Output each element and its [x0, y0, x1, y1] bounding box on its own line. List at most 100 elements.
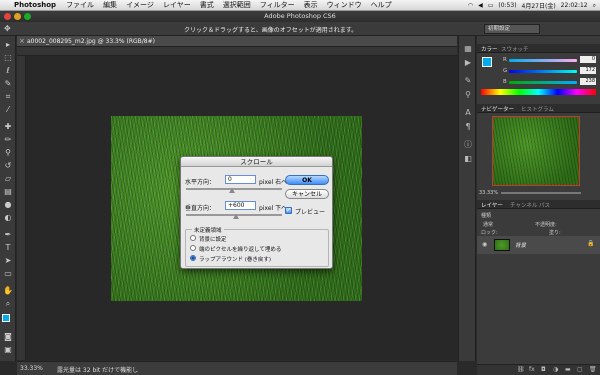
screen-mode-icon[interactable]: ▣ — [3, 345, 13, 355]
menu-select[interactable]: 選択範囲 — [223, 0, 251, 10]
tab-color[interactable]: カラー — [481, 45, 498, 53]
clone-source-icon[interactable]: ⚲ — [463, 90, 473, 100]
layer-kind-filter[interactable]: 種類 — [481, 212, 491, 219]
brush-tool-icon[interactable]: ✏ — [3, 135, 13, 145]
g-slider[interactable] — [509, 70, 577, 73]
ok-button[interactable]: OK — [285, 175, 329, 185]
close-tab-icon[interactable]: × — [19, 37, 25, 45]
document-title: a0002_008295_m2.jpg @ 33.3% (RGB/8#) — [27, 38, 155, 45]
new-group-icon[interactable]: ▬ — [565, 366, 571, 373]
type-tool-icon[interactable]: T — [3, 243, 13, 253]
workspace-select[interactable]: 初期設定 — [484, 24, 540, 34]
link-layers-icon[interactable]: ⛓ — [517, 366, 525, 373]
menu-app-name[interactable]: Photoshop — [14, 1, 56, 9]
layer-name[interactable]: 背景 — [515, 241, 526, 249]
menu-layer[interactable]: レイヤー — [163, 0, 191, 10]
eyedropper-tool-icon[interactable]: ⁄ — [3, 105, 13, 115]
menu-type[interactable]: 書式 — [200, 0, 214, 10]
minimize-window-icon[interactable] — [14, 13, 21, 20]
eraser-tool-icon[interactable]: ▱ — [3, 174, 13, 184]
layer-mask-icon[interactable]: ◘ — [541, 366, 546, 373]
navigator-zoom-slider[interactable] — [501, 192, 581, 194]
g-value[interactable]: 172 — [580, 67, 596, 74]
vertical-ruler[interactable] — [17, 56, 26, 360]
menu-edit[interactable]: 編集 — [103, 0, 117, 10]
crop-tool-icon[interactable]: ⌗ — [3, 92, 13, 102]
spotlight-icon[interactable]: ⌕ — [593, 2, 596, 10]
radio-label-repeat-edge-pixels: 端のピクセルを繰り返して埋める — [199, 247, 282, 253]
actions-panel-icon[interactable]: ▶ — [463, 58, 473, 68]
properties-panel-icon[interactable]: ◧ — [463, 154, 473, 164]
adjustment-layer-icon[interactable]: ◑ — [553, 366, 558, 373]
trash-icon[interactable]: 🗑 — [589, 366, 597, 373]
move-tool-icon[interactable]: ✥ — [4, 24, 11, 33]
tab-histogram[interactable]: ヒストグラム — [521, 105, 554, 113]
move-tool-icon[interactable]: ▸ — [3, 40, 13, 50]
menubar-date[interactable]: 4月27日(金) — [522, 1, 556, 10]
shape-tool-icon[interactable]: ▭ — [3, 269, 13, 279]
volume-icon[interactable]: ◀ — [478, 2, 483, 9]
radio-repeat-edge-pixels[interactable] — [190, 245, 196, 251]
color-spectrum-bar[interactable] — [481, 89, 596, 95]
tab-layers[interactable]: レイヤー — [481, 201, 503, 209]
quick-select-tool-icon[interactable]: ✎ — [3, 79, 13, 89]
r-slider[interactable] — [509, 59, 577, 62]
cancel-button[interactable]: キャンセル — [285, 189, 329, 199]
lasso-tool-icon[interactable]: ℓ — [3, 66, 13, 76]
radio-set-background[interactable] — [190, 235, 196, 241]
navigator-thumbnail[interactable] — [492, 116, 580, 186]
layer-style-icon[interactable]: fx — [529, 366, 535, 373]
horizontal-ruler[interactable] — [17, 47, 457, 56]
zoom-window-icon[interactable] — [24, 13, 31, 20]
tab-paths[interactable]: パス — [539, 201, 550, 209]
path-select-tool-icon[interactable]: ➤ — [3, 256, 13, 266]
radio-wrap-around[interactable] — [190, 255, 196, 261]
r-value[interactable]: 0 — [580, 56, 596, 63]
tab-channels[interactable]: チャンネル — [510, 201, 537, 209]
paragraph-panel-icon[interactable]: ¶ — [463, 122, 473, 132]
blend-mode-select[interactable]: 通常 — [483, 221, 493, 228]
gradient-tool-icon[interactable]: ▤ — [3, 187, 13, 197]
info-panel-icon[interactable]: ⓘ — [463, 140, 473, 150]
blur-tool-icon[interactable]: ● — [3, 200, 13, 210]
b-slider[interactable] — [509, 81, 577, 84]
menu-image[interactable]: イメージ — [126, 0, 154, 10]
clone-stamp-tool-icon[interactable]: ⚲ — [3, 148, 13, 158]
layer-visibility-eye-icon[interactable]: ◉ — [482, 241, 487, 248]
close-window-icon[interactable] — [4, 13, 11, 20]
preview-checkbox[interactable]: ✓ — [285, 207, 292, 214]
wifi-icon[interactable]: ◠ — [468, 2, 473, 9]
healing-brush-tool-icon[interactable]: ✚ — [3, 122, 13, 132]
menu-filter[interactable]: フィルター — [260, 0, 295, 10]
quick-mask-icon[interactable]: ◙ — [3, 332, 13, 342]
tab-swatches[interactable]: スウォッチ — [501, 45, 529, 53]
menu-help[interactable]: ヘルプ — [371, 0, 392, 10]
battery-icon[interactable]: ▭ — [488, 2, 494, 9]
menubar-time[interactable]: 22:02:12 — [561, 2, 588, 9]
hand-tool-icon[interactable]: ✋ — [3, 286, 13, 296]
character-panel-icon[interactable]: A — [463, 108, 473, 118]
tab-navigator[interactable]: ナビゲーター — [481, 105, 514, 113]
foreground-color-swatch[interactable] — [2, 314, 10, 322]
new-layer-icon[interactable]: ▢ — [577, 366, 583, 373]
horizontal-offset-input[interactable] — [225, 175, 256, 184]
horizontal-slider-knob[interactable] — [229, 188, 235, 193]
document-tab[interactable]: × a0002_008295_m2.jpg @ 33.3% (RGB/8#) — [17, 36, 457, 47]
menu-window[interactable]: ウィンドウ — [327, 0, 362, 10]
horizontal-unit: pixel 右へ — [259, 179, 288, 186]
foreground-color-chip[interactable] — [482, 57, 492, 67]
b-value[interactable]: 238 — [580, 78, 596, 85]
menu-file[interactable]: ファイル — [66, 0, 94, 10]
zoom-level[interactable]: 33.33% — [20, 365, 43, 372]
pen-tool-icon[interactable]: ✒ — [3, 230, 13, 240]
marquee-tool-icon[interactable]: ⬚ — [3, 53, 13, 63]
dodge-tool-icon[interactable]: ◐ — [3, 213, 13, 223]
history-brush-tool-icon[interactable]: ↺ — [3, 161, 13, 171]
vertical-slider-knob[interactable] — [233, 214, 239, 219]
zoom-tool-icon[interactable]: ⌕ — [3, 299, 13, 309]
vertical-offset-input[interactable] — [225, 201, 256, 210]
menu-view[interactable]: 表示 — [304, 0, 318, 10]
navigator-zoom[interactable]: 33.33% — [479, 190, 498, 196]
history-panel-icon[interactable]: ▦ — [463, 44, 473, 54]
brush-panel-icon[interactable]: ✎ — [463, 76, 473, 86]
